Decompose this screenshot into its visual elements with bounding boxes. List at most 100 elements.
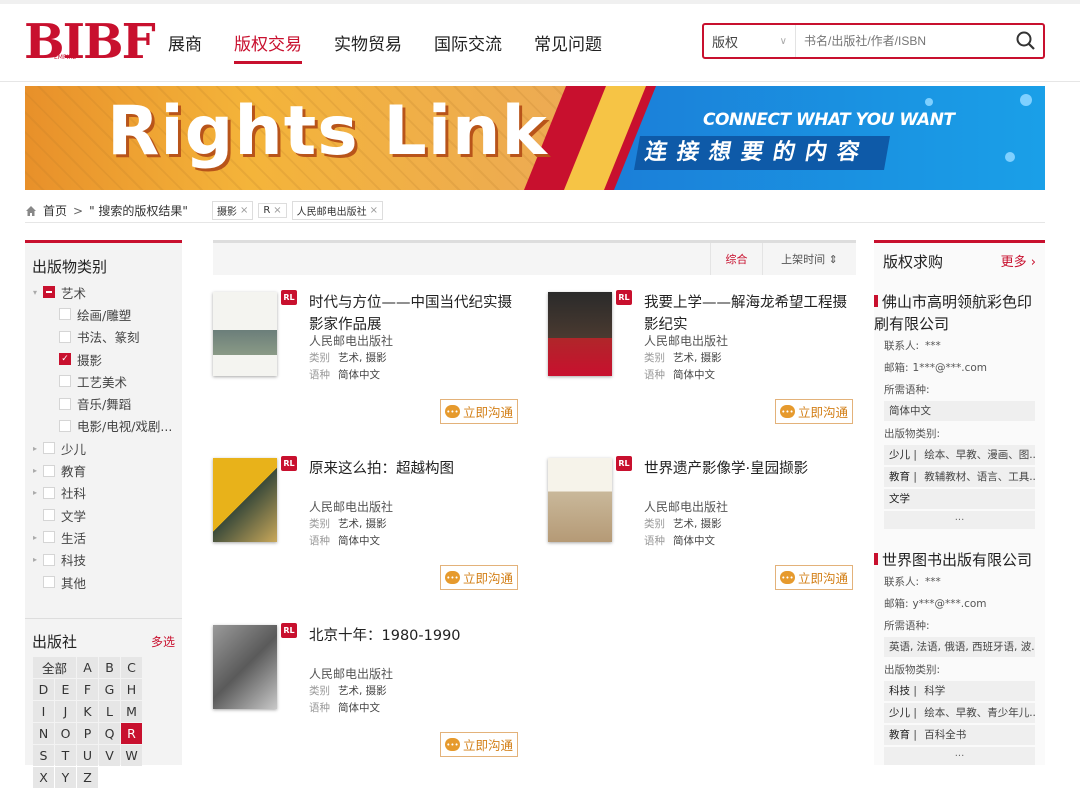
contact-now-button[interactable]: ••• 立即沟通 xyxy=(440,565,518,590)
chevron-right-icon[interactable]: ▸ xyxy=(33,533,43,542)
rights-link-banner[interactable]: Rights Link CONNECT WHAT YOU WANT 连接想要的内… xyxy=(25,86,1045,190)
category-item[interactable]: ▸ 少儿 xyxy=(33,437,174,459)
category-item[interactable]: ▸ 科技 xyxy=(33,549,174,571)
close-icon[interactable]: × xyxy=(240,205,248,216)
checkbox[interactable] xyxy=(43,531,55,544)
chevron-down-icon[interactable]: ▾ xyxy=(33,288,43,297)
contact-now-button[interactable]: ••• 立即沟通 xyxy=(440,732,518,757)
publisher-letter-o[interactable]: O xyxy=(55,723,76,744)
request-entry[interactable]: 佛山市高明领航彩色印刷有限公司 联系人: *** 邮箱: 1***@***.com 所需语… xyxy=(874,291,1045,529)
close-icon[interactable]: × xyxy=(370,205,378,216)
bibf-logo[interactable]: BIBF EMPIRE xyxy=(24,16,156,68)
book-card[interactable]: RL 北京十年：1980-1990 人民邮电出版社 类别 艺术, 摄影 语种 简体中文 •••… xyxy=(213,623,523,775)
search-type-select[interactable]: 版权 ∨ xyxy=(704,25,796,57)
book-card[interactable]: RL 原来这么拍：超越构图 人民邮电出版社 类别 艺术, 摄影 语种 简体中文 ••• 立即沟通 xyxy=(213,456,523,608)
publisher-letter-d[interactable]: D xyxy=(33,679,54,700)
nav-international[interactable]: 国际交流 xyxy=(434,30,502,64)
category-item[interactable]: 绘画/雕塑 xyxy=(33,303,174,325)
multi-select-link[interactable]: 多选 xyxy=(151,633,175,652)
category-item[interactable]: ▸ 教育 xyxy=(33,459,174,481)
publisher-letter-f[interactable]: F xyxy=(77,679,98,700)
category-item[interactable]: 其他 xyxy=(33,571,174,593)
publisher-letter-u[interactable]: U xyxy=(77,745,98,766)
more-categories-button[interactable]: ... xyxy=(884,747,1035,765)
search-button[interactable] xyxy=(1009,25,1043,57)
chevron-right-icon[interactable]: ▸ xyxy=(33,444,43,453)
close-icon[interactable]: × xyxy=(273,205,281,216)
checkbox[interactable] xyxy=(59,375,71,388)
nav-faq[interactable]: 常见问题 xyxy=(534,30,602,64)
checkbox[interactable] xyxy=(59,419,71,432)
book-cover[interactable] xyxy=(213,625,277,709)
book-cover[interactable] xyxy=(213,292,277,376)
book-title[interactable]: 时代与方位——中国当代纪实摄影家作品展 xyxy=(309,292,521,336)
checkbox[interactable] xyxy=(43,464,55,477)
publisher-letter-p[interactable]: P xyxy=(77,723,98,744)
filter-tag[interactable]: 人民邮电出版社 × xyxy=(291,201,384,220)
category-item[interactable]: 工艺美术 xyxy=(33,370,174,392)
category-item[interactable]: 书法、篆刻 xyxy=(33,326,174,348)
checkbox[interactable] xyxy=(59,330,71,343)
category-item[interactable]: ✓ 摄影 xyxy=(33,348,174,370)
book-cover[interactable] xyxy=(213,458,277,542)
book-card[interactable]: RL 世界遗产影像学·皇园撷影 人民邮电出版社 类别 艺术, 摄影 语种 简体中文 ••• 立即… xyxy=(548,456,858,608)
book-title[interactable]: 我要上学——解海龙希望工程摄影纪实 xyxy=(644,292,856,336)
checkbox[interactable]: ✓ xyxy=(59,353,71,366)
book-cover[interactable] xyxy=(548,292,612,376)
book-card[interactable]: RL 我要上学——解海龙希望工程摄影纪实 人民邮电出版社 类别 艺术, 摄影 语种 简体中文… xyxy=(548,290,858,442)
breadcrumb-home[interactable]: 首页 xyxy=(43,202,67,219)
publisher-letter-全部[interactable]: 全部 xyxy=(33,657,76,678)
book-title[interactable]: 北京十年：1980-1990 xyxy=(309,625,521,647)
checkbox[interactable] xyxy=(43,286,55,299)
publisher-letter-k[interactable]: K xyxy=(77,701,98,722)
category-item[interactable]: 音乐/舞蹈 xyxy=(33,392,174,414)
request-entry[interactable]: 世界图书出版有限公司 联系人: *** 邮箱: y***@***.com 所需语种: 英语,… xyxy=(874,549,1045,765)
checkbox[interactable] xyxy=(43,576,55,588)
publisher-letter-h[interactable]: H xyxy=(121,679,142,700)
publisher-letter-t[interactable]: T xyxy=(55,745,76,766)
publisher-letter-s[interactable]: S xyxy=(33,745,54,766)
request-company[interactable]: 佛山市高明领航彩色印刷有限公司 xyxy=(874,291,1045,335)
publisher-letter-v[interactable]: V xyxy=(99,745,120,766)
publisher-letter-a[interactable]: A xyxy=(77,657,98,678)
chevron-right-icon[interactable]: ▸ xyxy=(33,466,43,475)
publisher-letter-q[interactable]: Q xyxy=(99,723,120,744)
filter-tag[interactable]: R × xyxy=(258,203,287,218)
book-cover[interactable] xyxy=(548,458,612,542)
checkbox[interactable] xyxy=(59,397,71,410)
category-item[interactable]: ▸ 生活 xyxy=(33,526,174,548)
publisher-letter-i[interactable]: I xyxy=(33,701,54,722)
category-item[interactable]: 电影/电视/戏剧... xyxy=(33,415,174,437)
category-item[interactable]: ▾ 艺术 xyxy=(33,281,174,303)
nav-exhibitors[interactable]: 展商 xyxy=(168,30,202,64)
book-title[interactable]: 原来这么拍：超越构图 xyxy=(309,458,521,480)
publisher-letter-m[interactable]: M xyxy=(121,701,142,722)
publisher-letter-l[interactable]: L xyxy=(99,701,120,722)
more-categories-button[interactable]: ... xyxy=(884,511,1035,529)
chevron-right-icon[interactable]: ▸ xyxy=(33,555,43,564)
publisher-letter-n[interactable]: N xyxy=(33,723,54,744)
contact-now-button[interactable]: ••• 立即沟通 xyxy=(440,399,518,424)
publisher-letter-r[interactable]: R xyxy=(121,723,142,744)
book-title[interactable]: 世界遗产影像学·皇园撷影 xyxy=(644,458,856,480)
publisher-letter-e[interactable]: E xyxy=(55,679,76,700)
request-company[interactable]: 世界图书出版有限公司 xyxy=(874,549,1045,571)
contact-now-button[interactable]: ••• 立即沟通 xyxy=(775,399,853,424)
nav-physical-trade[interactable]: 实物贸易 xyxy=(334,30,402,64)
publisher-letter-j[interactable]: J xyxy=(55,701,76,722)
nav-rights-trade[interactable]: 版权交易 xyxy=(234,30,302,64)
checkbox[interactable] xyxy=(43,553,55,566)
chevron-right-icon[interactable]: ▸ xyxy=(33,488,43,497)
publisher-letter-g[interactable]: G xyxy=(99,679,120,700)
contact-now-button[interactable]: ••• 立即沟通 xyxy=(775,565,853,590)
more-link[interactable]: 更多 › xyxy=(1001,251,1036,272)
sort-comprehensive[interactable]: 综合 xyxy=(710,243,762,275)
sort-by-date[interactable]: 上架时间 ⇕ xyxy=(762,243,856,275)
book-card[interactable]: RL 时代与方位——中国当代纪实摄影家作品展 人民邮电出版社 类别 艺术, 摄影 语种 简体… xyxy=(213,290,523,442)
checkbox[interactable] xyxy=(43,509,55,522)
checkbox[interactable] xyxy=(43,442,55,455)
checkbox[interactable] xyxy=(59,308,71,321)
publisher-letter-w[interactable]: W xyxy=(121,745,142,766)
publisher-letter-b[interactable]: B xyxy=(99,657,120,678)
filter-tag[interactable]: 摄影 × xyxy=(211,201,254,220)
